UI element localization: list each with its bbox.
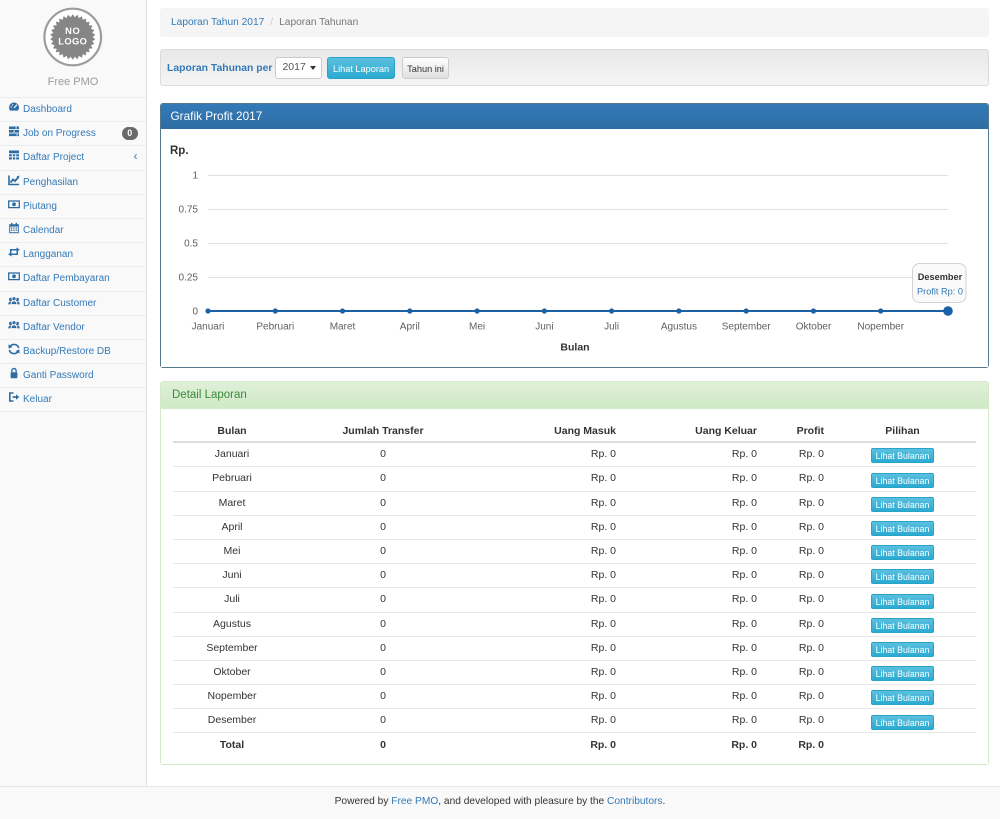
svg-text:Juni: Juni — [535, 321, 553, 332]
svg-text:0: 0 — [192, 306, 198, 317]
svg-text:0.75: 0.75 — [179, 204, 199, 215]
svg-text:Maret: Maret — [330, 321, 356, 332]
svg-text:1: 1 — [192, 170, 198, 181]
svg-text:September: September — [722, 321, 772, 332]
svg-text:Januari: Januari — [192, 321, 225, 332]
svg-text:April: April — [400, 321, 420, 332]
svg-text:Juli: Juli — [604, 321, 619, 332]
svg-text:Oktober: Oktober — [796, 321, 832, 332]
svg-text:Desember: Desember — [918, 272, 963, 282]
svg-text:0.25: 0.25 — [179, 272, 199, 283]
svg-text:Bulan: Bulan — [560, 341, 589, 353]
svg-text:0.5: 0.5 — [184, 238, 198, 249]
svg-text:LOGO: LOGO — [58, 37, 87, 47]
svg-text:Agustus: Agustus — [661, 321, 697, 332]
svg-text:Pebruari: Pebruari — [256, 321, 294, 332]
svg-text:Profit Rp: 0: Profit Rp: 0 — [917, 286, 963, 296]
svg-text:NO: NO — [65, 26, 80, 36]
svg-text:Nopember: Nopember — [857, 321, 904, 332]
svg-text:Mei: Mei — [469, 321, 485, 332]
svg-text:Rp.: Rp. — [170, 145, 189, 157]
